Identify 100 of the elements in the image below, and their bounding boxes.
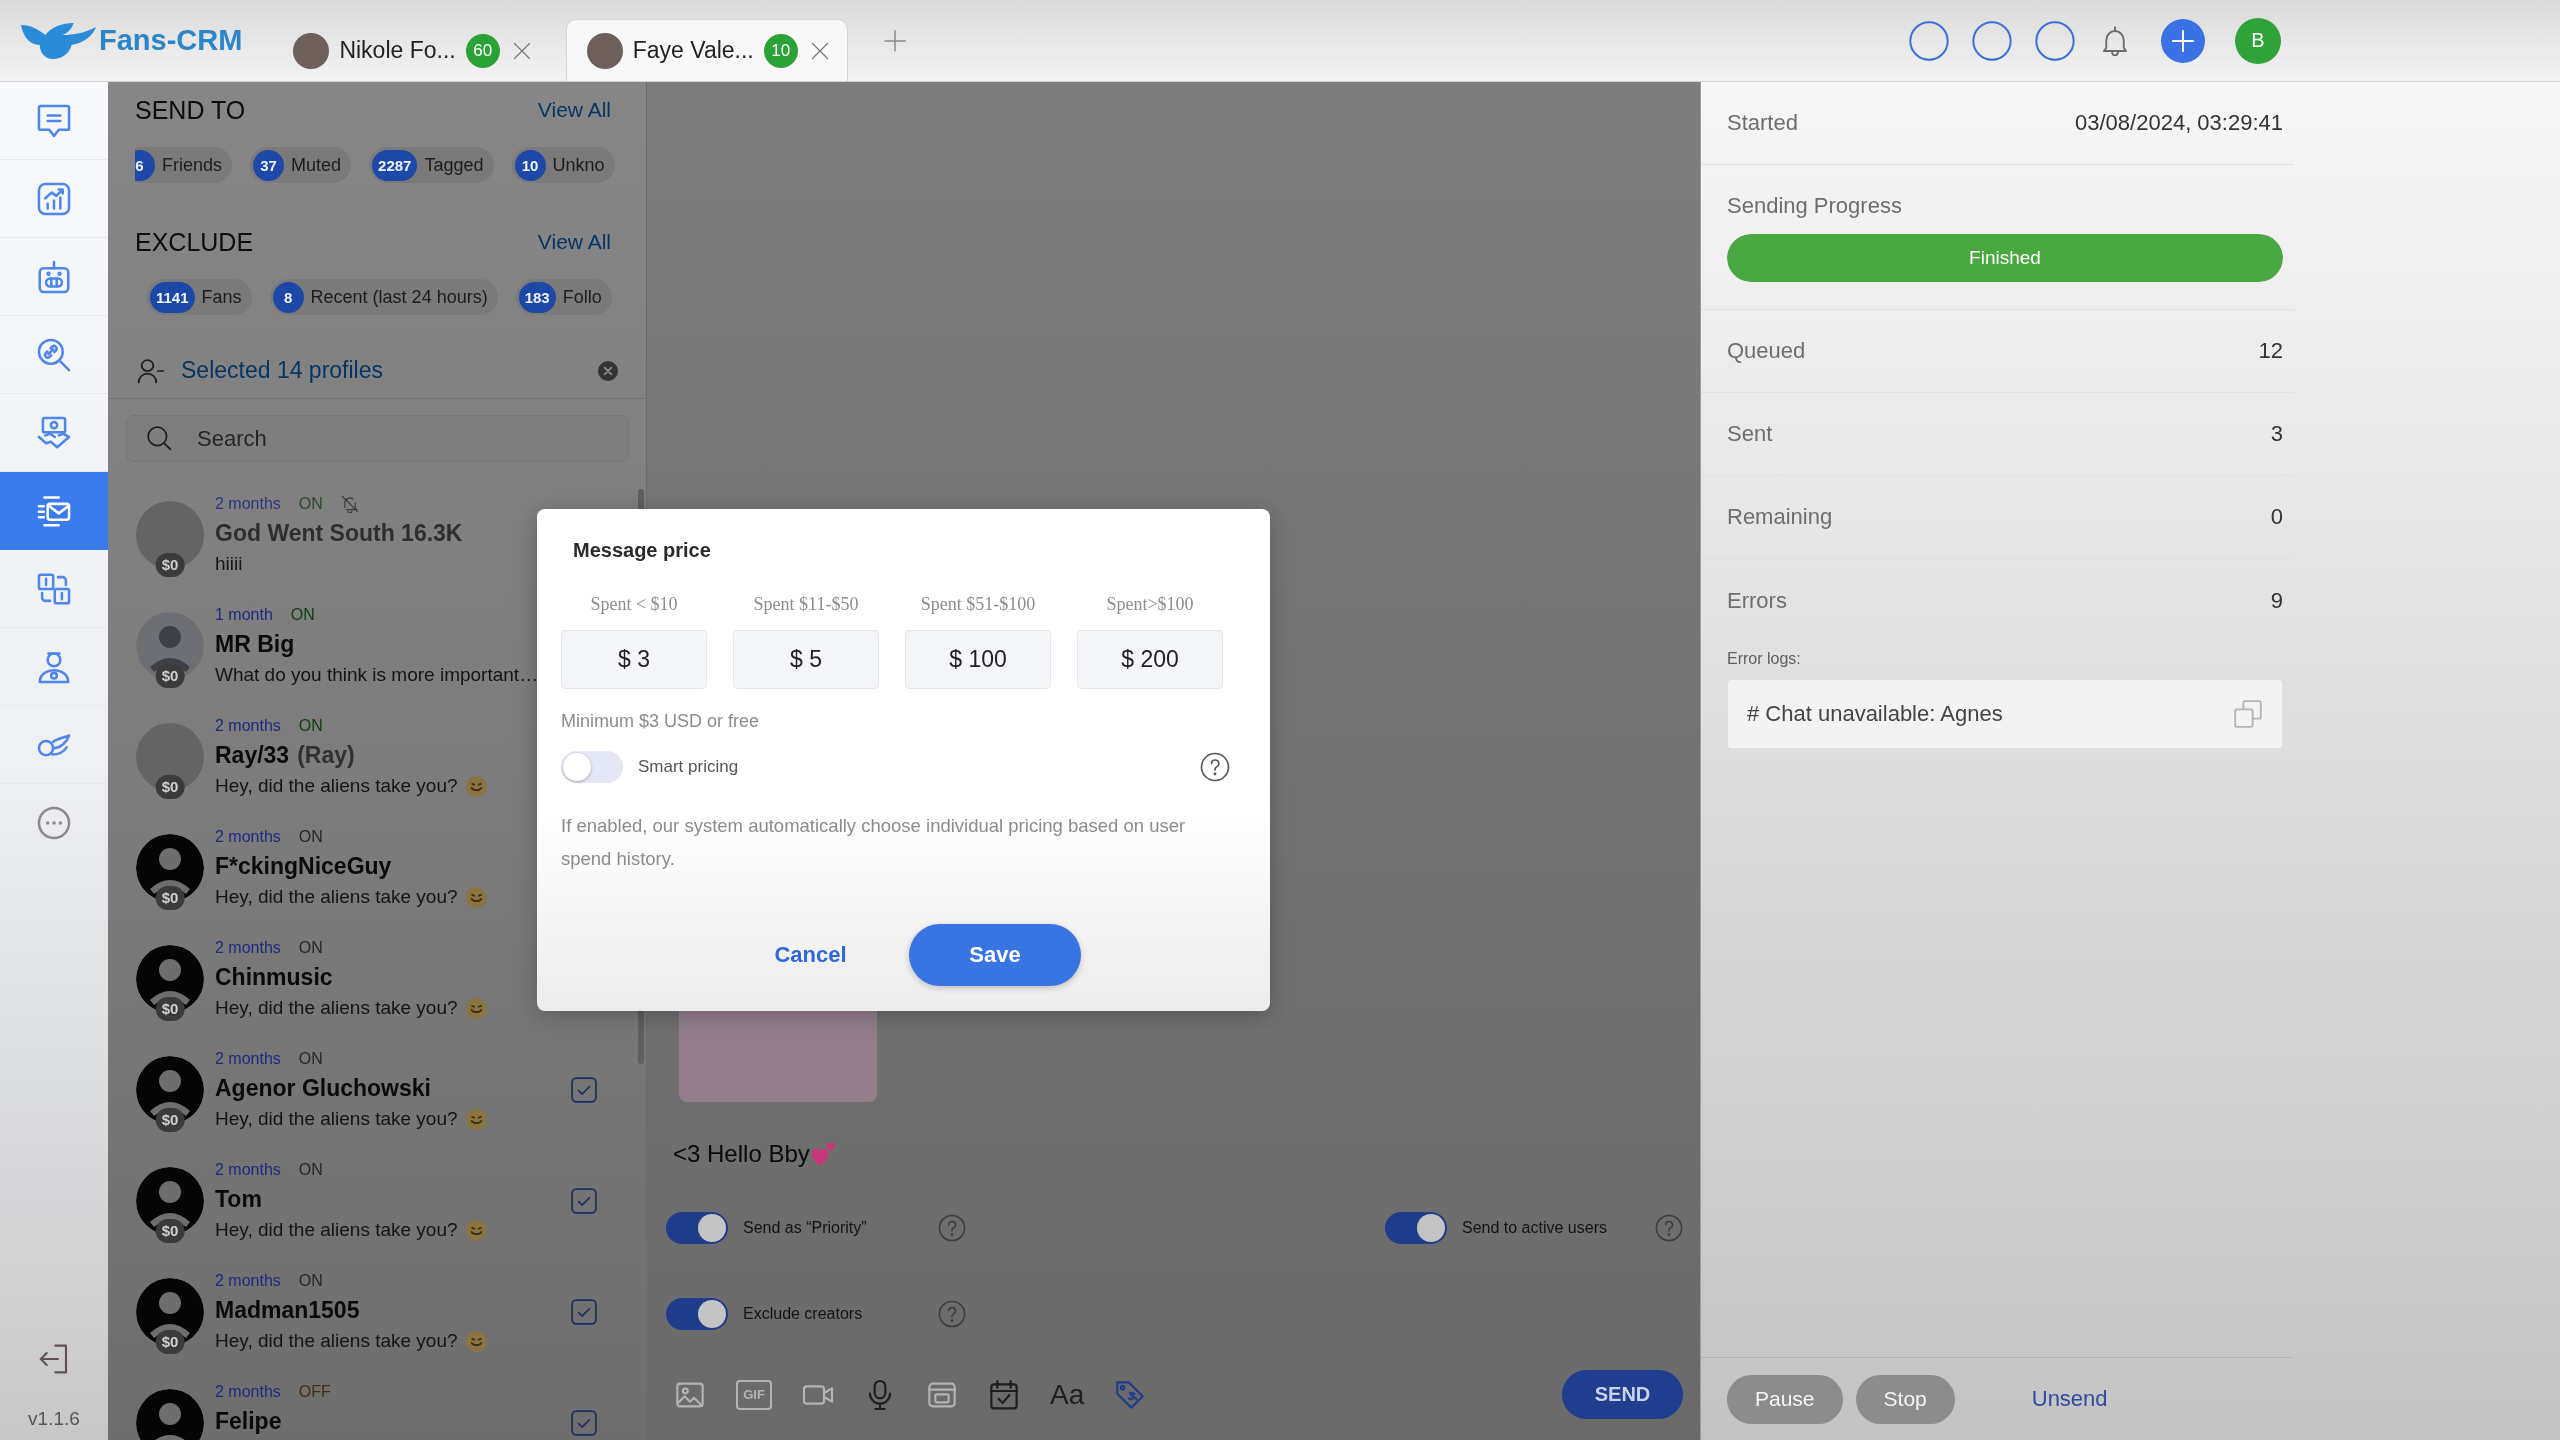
- filter-chip[interactable]: 1141 Fans: [147, 279, 252, 315]
- field-value: 03/08/2024, 03:29:41: [2075, 110, 2283, 136]
- filter-chip[interactable]: 183 Follo: [515, 279, 612, 315]
- contact-name: Chinmusic: [215, 963, 333, 991]
- profile-tab[interactable]: Nikole Fo... 60: [272, 19, 550, 81]
- last-seen-label: 2 months: [215, 717, 281, 735]
- progress-status: Finished: [1969, 247, 2041, 269]
- tier-label: Spent $11-$50: [753, 593, 859, 615]
- stat-label: Sent: [1727, 421, 1773, 447]
- help-icon[interactable]: [1200, 752, 1230, 782]
- avatar-placeholder: [293, 32, 330, 69]
- stat-value: 9: [2270, 587, 2283, 614]
- bell-off-icon: [340, 495, 359, 513]
- status-label: ON: [298, 939, 323, 957]
- close-icon[interactable]: [512, 41, 531, 60]
- toggle-switch[interactable]: [666, 1298, 728, 1330]
- hint-text: Minimum $3 USD or free: [561, 710, 760, 733]
- nav-item[interactable]: [0, 472, 108, 550]
- price-input[interactable]: $ 5: [733, 630, 879, 689]
- error-log-entry: # Chat unavailable: Agnes: [1747, 701, 2003, 727]
- action-link[interactable]: Unsend: [2031, 1386, 2108, 1412]
- toggle-switch[interactable]: [561, 751, 623, 783]
- balance-badge: $0: [155, 1108, 185, 1132]
- last-seen-label: 2 months: [215, 1383, 281, 1401]
- price-input[interactable]: $ 3: [561, 630, 707, 689]
- message-preview: What do you think is more important…: [215, 664, 539, 686]
- avatar-placeholder: [586, 32, 623, 69]
- tier-label: Spent $51-$100: [920, 593, 1036, 615]
- balance-badge: $0: [155, 1219, 185, 1243]
- close-icon[interactable]: [810, 41, 829, 60]
- toggle-switch[interactable]: [666, 1212, 728, 1244]
- option-label: Exclude creators: [743, 1305, 864, 1323]
- price-input[interactable]: $ 200: [1077, 630, 1223, 689]
- count-badge: 10: [514, 149, 546, 181]
- plus-icon: [2172, 29, 2194, 52]
- search-field[interactable]: Search: [126, 415, 629, 462]
- nickname-label: (Ray): [297, 741, 355, 769]
- field-label: Started: [1727, 110, 1798, 136]
- save-button[interactable]: Save: [909, 924, 1081, 986]
- stat-value: 3: [2270, 421, 2283, 447]
- status-label: ON: [298, 1161, 323, 1179]
- send-button[interactable]: SEND: [1562, 1370, 1683, 1419]
- status-label: ON: [298, 1050, 323, 1068]
- search-icon: [146, 425, 172, 451]
- contact-name: Madman1505: [215, 1296, 360, 1324]
- filter-chip[interactable]: 37 Muted: [250, 147, 352, 183]
- tier-label: Spent>$100: [1106, 593, 1194, 615]
- balance-badge: $0: [155, 1330, 185, 1354]
- calendar-check-icon[interactable]: [988, 1378, 1020, 1411]
- count-badge: 8: [272, 281, 304, 313]
- checkbox[interactable]: [571, 1188, 597, 1214]
- last-seen-label: 2 months: [215, 828, 281, 846]
- clear-icon[interactable]: [598, 360, 618, 381]
- last-seen-label: 2 months: [215, 939, 281, 957]
- contact-name: Ray/33: [215, 741, 290, 769]
- contact-name: Tom: [215, 1185, 262, 1213]
- stat-label: Errors: [1727, 587, 1787, 614]
- count-badge: 10: [763, 33, 798, 68]
- last-seen-label: 2 months: [215, 1272, 281, 1290]
- option-label: Send as “Priority”: [743, 1219, 868, 1237]
- price-tag-icon[interactable]: [1114, 1378, 1147, 1411]
- checkbox[interactable]: [571, 1077, 597, 1103]
- plus-icon[interactable]: [883, 29, 906, 52]
- filter-chip[interactable]: 10 Unkno: [511, 147, 615, 183]
- price-input[interactable]: $ 100: [905, 630, 1051, 689]
- status-label: ON: [290, 606, 315, 624]
- balance-badge: $0: [155, 997, 185, 1021]
- toggle-switch[interactable]: [1385, 1212, 1447, 1244]
- checkbox[interactable]: [571, 1410, 597, 1436]
- bell-icon[interactable]: [2101, 25, 2129, 56]
- status-label: ON: [298, 717, 323, 735]
- section-title: SEND TO: [135, 95, 246, 125]
- filter-chip[interactable]: 8 Recent (last 24 hours): [269, 279, 498, 315]
- message-text: <3 Hello Bby: [673, 1140, 810, 1168]
- field-label: Error logs:: [1727, 649, 1802, 669]
- stat-value: 0: [2270, 504, 2283, 530]
- profile-tab[interactable]: Faye Vale... 10: [565, 19, 848, 81]
- balance-badge: $0: [155, 664, 185, 688]
- contact-name: F*ckingNiceGuy: [215, 852, 392, 880]
- message-preview: Hey, did the aliens take you?: [215, 1108, 458, 1130]
- copy-icon[interactable]: [2234, 700, 2262, 728]
- balance-badge: $0: [155, 553, 185, 577]
- filter-chip[interactable]: 6 Friends: [135, 147, 233, 183]
- cancel-button[interactable]: Cancel: [746, 924, 875, 986]
- filter-chip[interactable]: 2287 Tagged: [369, 147, 494, 183]
- logout-icon[interactable]: [38, 1343, 70, 1375]
- checkbox[interactable]: [571, 1299, 597, 1325]
- contact-name: Felipe: [215, 1407, 282, 1435]
- ring-icon[interactable]: [2035, 20, 2075, 61]
- message-preview: hiiii: [215, 553, 243, 575]
- option-label: Send to active users: [1462, 1219, 1608, 1237]
- message-preview: Hey, did the aliens take you?: [215, 1219, 458, 1241]
- add-button[interactable]: [2161, 18, 2205, 63]
- bird-logo-icon: [21, 22, 96, 59]
- count-badge: 37: [253, 149, 285, 181]
- ring-icon[interactable]: [1972, 20, 2012, 61]
- hearts-icon: [811, 1142, 836, 1166]
- message-preview: Hey, did the aliens take you?: [215, 997, 458, 1019]
- user-minus-icon: [137, 357, 165, 384]
- ring-icon[interactable]: [1909, 20, 1949, 61]
